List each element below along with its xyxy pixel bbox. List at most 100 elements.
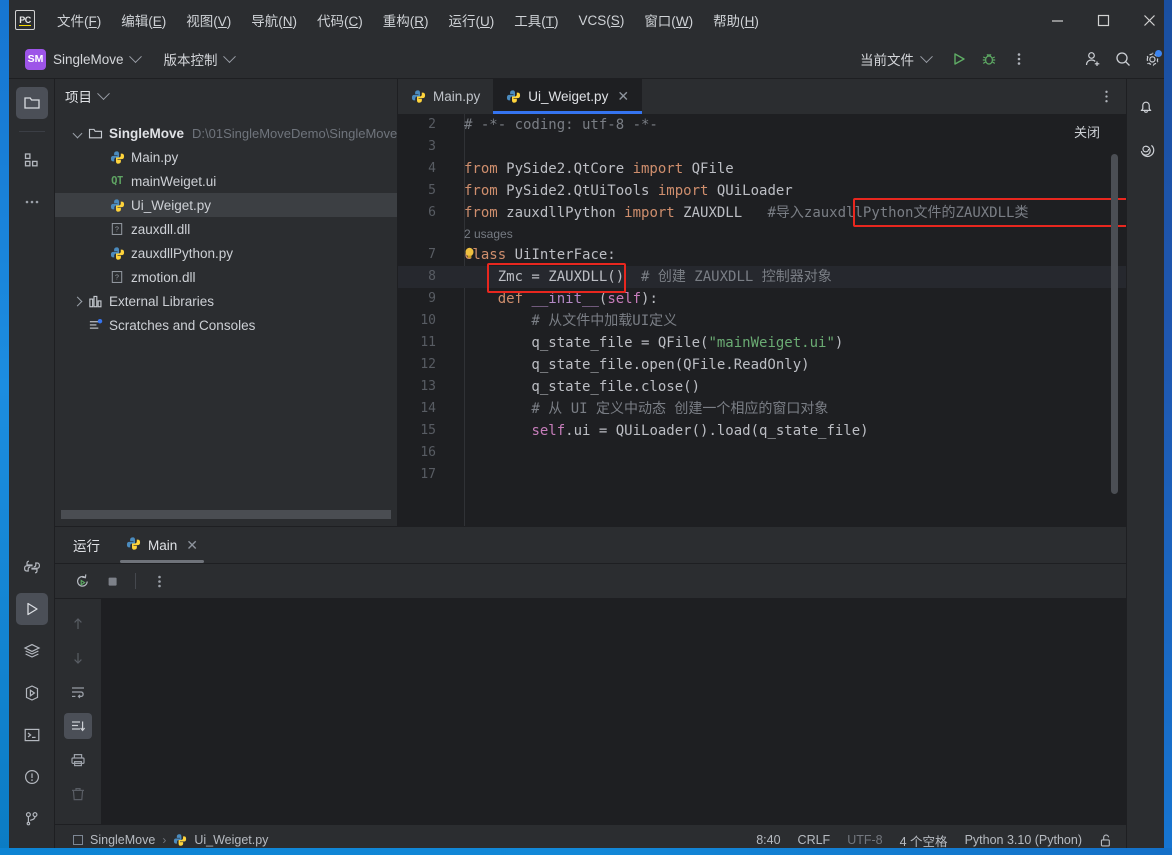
tree-item-zmotion-dll[interactable]: ?zmotion.dll [55, 265, 397, 289]
menu-item-2[interactable]: 视图(V) [176, 6, 241, 34]
tree-item-zauxdllpython-py[interactable]: zauxdllPython.py [55, 241, 397, 265]
clear-all-button[interactable] [64, 781, 92, 807]
run-tab-main[interactable]: Main ✕ [114, 527, 210, 563]
intention-bulb-icon[interactable] [464, 245, 475, 258]
editor-vertical-scrollbar[interactable] [1111, 154, 1118, 494]
code-line-11[interactable]: 11 q_state_file = QFile("mainWeiget.ui") [398, 332, 1126, 354]
menu-item-10[interactable]: 帮助(H) [703, 6, 769, 34]
code-line-10[interactable]: 10 # 从文件中加载UI定义 [398, 310, 1126, 332]
sidebar-item-structure[interactable] [16, 144, 48, 176]
code-line-13[interactable]: 13 q_state_file.close() [398, 376, 1126, 398]
code-line-4[interactable]: 4from PySide2.QtCore import QFile [398, 158, 1126, 180]
run-more-button[interactable] [146, 569, 172, 593]
sidebar-item-project[interactable] [16, 87, 48, 119]
close-icon[interactable]: ✕ [186, 537, 198, 554]
code-line-6[interactable]: 6from zauxdllPython import ZAUXDLL #导入za… [398, 202, 1126, 224]
project-name-label: SingleMove [53, 52, 124, 67]
code-line-17[interactable]: 17 [398, 464, 1126, 486]
scroll-down-button[interactable] [64, 645, 92, 671]
caret-position[interactable]: 8:40 [756, 833, 780, 847]
sidebar-item-problems[interactable] [16, 761, 48, 793]
chevron-down-icon[interactable] [97, 87, 110, 100]
tree-item-external-libraries[interactable]: External Libraries [55, 289, 397, 313]
sidebar-item-version-control[interactable] [16, 803, 48, 835]
tree-expand-arrow-icon[interactable] [69, 298, 85, 305]
tree-expand-arrow-icon[interactable] [69, 130, 85, 137]
sidebar-item-notifications[interactable] [1130, 91, 1162, 123]
code-line-7[interactable]: 7class UiInterFace: [398, 244, 1126, 266]
editor-tab-options-button[interactable] [1087, 79, 1126, 114]
editor-tab-main-py[interactable]: Main.py [398, 79, 493, 114]
line-separator[interactable]: CRLF [798, 833, 831, 847]
code-line-14[interactable]: 14 # 从 UI 定义中动态 创建一个相应的窗口对象 [398, 398, 1126, 420]
code-line-15[interactable]: 15 self.ui = QUiLoader().load(q_state_fi… [398, 420, 1126, 442]
editor-close-link[interactable]: 关闭 [1074, 122, 1100, 141]
unlocked-icon[interactable] [1099, 833, 1114, 848]
sidebar-item-terminal[interactable] [16, 719, 48, 751]
run-button[interactable] [944, 45, 974, 73]
scroll-up-button[interactable] [64, 611, 92, 637]
window-border-left [0, 0, 9, 855]
menu-item-9[interactable]: 窗口(W) [634, 6, 703, 34]
code-line-5[interactable]: 5from PySide2.QtUiTools import QUiLoader [398, 180, 1126, 202]
code-line-12[interactable]: 12 q_state_file.open(QFile.ReadOnly) [398, 354, 1126, 376]
chevron-down-icon [72, 128, 82, 138]
tree-item-main-py[interactable]: Main.py [55, 145, 397, 169]
usages-inlay-label: 2 usages [446, 227, 513, 241]
stop-button[interactable] [99, 569, 125, 593]
run-console-output[interactable] [102, 599, 1126, 824]
maximize-icon[interactable] [1080, 0, 1126, 40]
tree-item-ui-weiget-py[interactable]: Ui_Weiget.py [55, 193, 397, 217]
python-interpreter[interactable]: Python 3.10 (Python) [965, 833, 1082, 847]
menu-item-0[interactable]: 文件(F) [47, 6, 111, 34]
more-actions-button[interactable] [1004, 45, 1034, 73]
vcs-widget[interactable]: 版本控制 [156, 46, 242, 72]
add-user-icon[interactable] [1078, 45, 1108, 73]
project-selector[interactable]: SM SingleMove [17, 46, 148, 73]
sidebar-item-ai-assistant[interactable] [1130, 133, 1162, 165]
scrollbar-thumb[interactable] [61, 510, 391, 519]
code-line-3[interactable]: 3 [398, 136, 1126, 158]
sidebar-item-services[interactable] [16, 635, 48, 667]
menu-item-7[interactable]: 工具(T) [504, 6, 568, 34]
menu-item-6[interactable]: 运行(U) [439, 6, 505, 34]
python-file-icon [173, 833, 187, 847]
file-encoding[interactable]: UTF-8 [847, 833, 882, 847]
project-tree[interactable]: SingleMoveD:\01SingleMoveDemo\SingleMove… [55, 113, 397, 506]
sidebar-item-more[interactable] [16, 186, 48, 218]
run-configuration-selector[interactable]: 当前文件 [851, 46, 940, 72]
indent-setting[interactable]: 4 个空格 [900, 831, 948, 850]
tree-item-mainweiget-ui[interactable]: QTmainWeiget.ui [55, 169, 397, 193]
code-line-16[interactable]: 16 [398, 442, 1126, 464]
close-icon[interactable]: ✕ [617, 88, 629, 105]
code-line-8[interactable]: 8 Zmc = ZAUXDLL() # 创建 ZAUXDLL 控制器对象 [398, 266, 1126, 288]
breadcrumb-file[interactable]: Ui_Weiget.py [194, 833, 268, 847]
search-icon[interactable] [1108, 45, 1138, 73]
menu-item-1[interactable]: 编辑(E) [111, 6, 176, 34]
line-number: 11 [398, 332, 446, 354]
menu-item-4[interactable]: 代码(C) [307, 6, 373, 34]
code-line-2[interactable]: 2# -*- coding: utf-8 -*- [398, 114, 1126, 136]
rerun-button[interactable] [69, 569, 95, 593]
tree-item-scratches-and-consoles[interactable]: Scratches and Consoles [55, 313, 397, 337]
code-line-9[interactable]: 9 def __init__(self): [398, 288, 1126, 310]
scroll-to-end-button[interactable] [64, 713, 92, 739]
sidebar-item-python-packages[interactable] [16, 551, 48, 583]
code-content[interactable]: 2# -*- coding: utf-8 -*-34from PySide2.Q… [398, 114, 1126, 486]
code-editor[interactable]: 2# -*- coding: utf-8 -*-34from PySide2.Q… [398, 114, 1126, 526]
sidebar-item-python-console[interactable] [16, 677, 48, 709]
breadcrumb-module[interactable]: SingleMove [90, 833, 155, 847]
print-button[interactable] [64, 747, 92, 773]
menu-item-3[interactable]: 导航(N) [241, 6, 307, 34]
menu-item-8[interactable]: VCS(S) [569, 9, 635, 32]
menu-item-5[interactable]: 重构(R) [373, 6, 439, 34]
usages-inlay-hint[interactable]: 2 usages [398, 224, 1126, 244]
debug-button[interactable] [974, 45, 1004, 73]
minimize-icon[interactable] [1034, 0, 1080, 40]
tree-item-singlemove[interactable]: SingleMoveD:\01SingleMoveDemo\SingleMove [55, 121, 397, 145]
sidebar-item-run[interactable] [16, 593, 48, 625]
editor-tab-ui-weiget-py[interactable]: Ui_Weiget.py✕ [493, 79, 642, 114]
soft-wrap-button[interactable] [64, 679, 92, 705]
project-horizontal-scrollbar[interactable] [55, 506, 397, 526]
tree-item-zauxdll-dll[interactable]: ?zauxdll.dll [55, 217, 397, 241]
